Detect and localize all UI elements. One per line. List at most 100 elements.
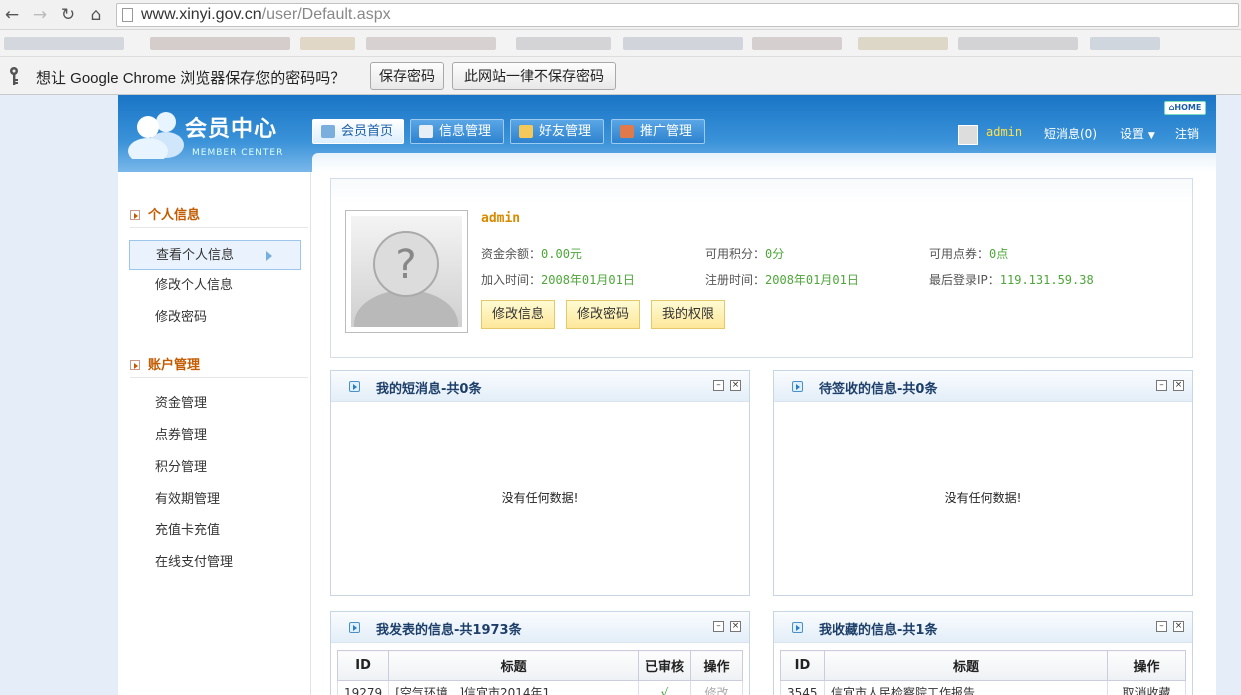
column-header: 操作 (690, 650, 743, 681)
sidebar-item-change-password[interactable]: 修改密码 (129, 303, 301, 333)
promotion-icon (620, 125, 634, 138)
chevron-right-icon (266, 251, 272, 261)
profile-card: ? admin 资金余额：0.00元 可用积分：0分 可用点券：0点 加入时间：… (330, 178, 1193, 358)
bookmark-item[interactable] (366, 37, 496, 50)
last-login-ip-field: 最后登录IP：119.131.59.38 (929, 273, 1094, 287)
back-arrow-icon[interactable]: ← (2, 5, 22, 25)
sidebar-item-points[interactable]: 积分管理 (129, 453, 301, 483)
edit-info-button[interactable]: 修改信息 (481, 300, 555, 329)
bookmark-item[interactable] (623, 37, 743, 50)
password-infobar: 想让 Google Chrome 浏览器保存您的密码吗？ 保存密码 此网站一律不… (0, 57, 1241, 95)
panel-title: 待签收的信息-共0条 (819, 382, 938, 397)
close-icon[interactable]: × (730, 621, 741, 632)
bookmark-item[interactable] (752, 37, 842, 50)
cell-title[interactable]: 信宜市人民检察院工作报告 (824, 680, 1108, 695)
forward-arrow-icon[interactable]: → (30, 5, 50, 25)
register-time-field: 注册时间：2008年01月01日 (705, 273, 859, 287)
change-password-button[interactable]: 修改密码 (566, 300, 640, 329)
section-account-management: 账户管理 (130, 354, 200, 373)
url-text: www.xinyi.gov.cn/user/Default.aspx (141, 6, 391, 23)
key-icon (10, 67, 18, 85)
browser-toolbar: ← → ↻ ⌂ www.xinyi.gov.cn/user/Default.as… (0, 0, 1241, 30)
minimize-icon[interactable]: – (713, 621, 724, 632)
close-icon[interactable]: × (1173, 621, 1184, 632)
sidebar-item-online-payment[interactable]: 在线支付管理 (129, 548, 301, 578)
bookmark-item[interactable] (150, 37, 290, 50)
column-header: ID (336, 650, 390, 681)
never-save-button[interactable]: 此网站一律不保存密码 (452, 62, 616, 90)
panel-arrow-icon (792, 622, 803, 633)
published-panel: 我发表的信息-共1973条 – × ID 标题 已审核 操作 19279 [空气… (330, 611, 750, 695)
panel-header: 我收藏的信息-共1条 – × (774, 612, 1192, 643)
sidebar-item-recharge-card[interactable]: 充值卡充值 (129, 516, 301, 546)
reload-icon[interactable]: ↻ (58, 5, 78, 25)
sidebar: 个人信息 查看个人信息 修改个人信息 修改密码 账户管理 资金管理 点券管理 积… (118, 172, 311, 695)
pending-panel: 待签收的信息-共0条 – × 没有任何数据! (773, 370, 1193, 596)
coupons-field: 可用点券：0点 (929, 247, 1009, 261)
sidebar-item-funds[interactable]: 资金管理 (129, 389, 301, 419)
settings-menu[interactable]: 设置 ▼ (1120, 125, 1155, 142)
home-icon[interactable]: ⌂ (86, 5, 106, 25)
header-curve (312, 153, 1216, 172)
username-link[interactable]: admin (986, 125, 1022, 139)
column-header: ID (780, 650, 825, 681)
minimize-icon[interactable]: – (1156, 621, 1167, 632)
svg-text:?: ? (395, 242, 416, 288)
bookmark-item[interactable] (1090, 37, 1160, 50)
avatar-photo: ? (345, 210, 468, 333)
column-header: 操作 (1107, 650, 1186, 681)
save-password-button[interactable]: 保存密码 (370, 62, 444, 90)
table-row: 19279 [空气环境...]信宜市2014年1... √ 修改 (336, 680, 743, 695)
bookmark-item[interactable] (958, 37, 1078, 50)
minimize-icon[interactable]: – (1156, 380, 1167, 391)
panel-header: 我发表的信息-共1973条 – × (331, 612, 749, 643)
logout-link[interactable]: 注销 (1175, 125, 1199, 142)
arrow-icon (130, 360, 140, 370)
empty-message: 没有任何数据! (501, 491, 579, 505)
bookmark-item[interactable] (4, 37, 124, 50)
favorites-panel: 我收藏的信息-共1条 – × ID 标题 操作 3545 信宜市人民检察院工作报… (773, 611, 1193, 695)
table-header-row: ID 标题 操作 (780, 650, 1186, 681)
bookmark-item[interactable] (300, 37, 355, 50)
cell-action[interactable]: 修改 (690, 680, 743, 695)
home-icon (321, 125, 335, 138)
tab-info-management[interactable]: 信息管理 (410, 119, 504, 144)
main-content: ? admin 资金余额：0.00元 可用积分：0分 可用点券：0点 加入时间：… (312, 172, 1216, 695)
short-messages-link[interactable]: 短消息(0) (1044, 125, 1097, 142)
panel-header: 待签收的信息-共0条 – × (774, 371, 1192, 402)
tab-friend-management[interactable]: 好友管理 (510, 119, 604, 144)
cell-id: 3545 (780, 680, 825, 695)
sidebar-item-view-profile[interactable]: 查看个人信息 (129, 240, 301, 270)
sidebar-item-validity[interactable]: 有效期管理 (129, 485, 301, 515)
divider (130, 227, 308, 228)
address-bar[interactable]: www.xinyi.gov.cn/user/Default.aspx (116, 3, 1239, 27)
points-field: 可用积分：0分 (705, 247, 785, 261)
document-icon (419, 125, 433, 138)
table-row: 3545 信宜市人民检察院工作报告 取消收藏 (780, 680, 1186, 695)
cell-action[interactable]: 取消收藏 (1107, 680, 1186, 695)
panel-arrow-icon (349, 622, 360, 633)
my-permissions-button[interactable]: 我的权限 (651, 300, 725, 329)
divider (130, 377, 308, 378)
member-center: 会员中心 MEMBER CENTER 会员首页 信息管理 好友管理 推广管理 ⌂… (118, 95, 1216, 695)
close-icon[interactable]: × (730, 380, 741, 391)
page-background: 会员中心 MEMBER CENTER 会员首页 信息管理 好友管理 推广管理 ⌂… (0, 95, 1241, 695)
panel-title: 我收藏的信息-共1条 (819, 623, 938, 638)
messages-panel: 我的短消息-共0条 – × 没有任何数据! (330, 370, 750, 596)
bookmark-item[interactable] (516, 37, 611, 50)
column-header: 标题 (824, 650, 1108, 681)
close-icon[interactable]: × (1173, 380, 1184, 391)
cell-title[interactable]: [空气环境...]信宜市2014年1... (388, 680, 639, 695)
panel-title: 我的短消息-共0条 (376, 382, 482, 397)
sidebar-item-edit-profile[interactable]: 修改个人信息 (129, 271, 301, 301)
home-badge[interactable]: ⌂HOME (1164, 101, 1206, 115)
profile-card-header (331, 179, 1192, 204)
tab-member-home[interactable]: 会员首页 (312, 119, 404, 144)
cell-approved: √ (638, 680, 691, 695)
arrow-icon (130, 210, 140, 220)
sidebar-item-coupons[interactable]: 点券管理 (129, 421, 301, 451)
tab-promotion-management[interactable]: 推广管理 (611, 119, 705, 144)
bookmark-item[interactable] (858, 37, 948, 50)
users-logo-icon (128, 112, 184, 159)
minimize-icon[interactable]: – (713, 380, 724, 391)
